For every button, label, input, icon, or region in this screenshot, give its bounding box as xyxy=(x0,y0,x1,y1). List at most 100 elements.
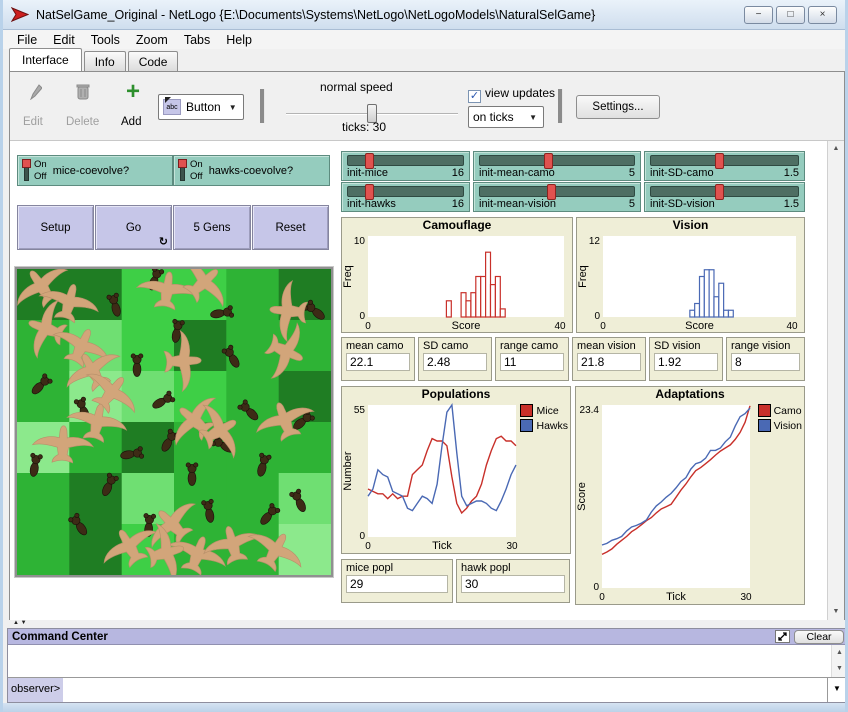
menu-item-edit[interactable]: Edit xyxy=(45,31,83,49)
switch-knob[interactable] xyxy=(22,159,31,168)
world-view[interactable] xyxy=(15,267,333,577)
slider-thumb[interactable] xyxy=(715,153,724,169)
menu-item-zoom[interactable]: Zoom xyxy=(128,31,176,49)
forever-icon: ↻ xyxy=(159,235,168,248)
slider-init-hawks[interactable]: init-hawks16 xyxy=(341,182,470,212)
tab-info[interactable]: Info xyxy=(84,51,126,71)
close-button[interactable]: × xyxy=(808,6,837,24)
button-label: 5 Gens xyxy=(193,222,230,234)
legend-label: Hawks xyxy=(536,420,568,432)
delete-button[interactable]: Delete xyxy=(66,116,99,128)
svg-text:30: 30 xyxy=(506,541,518,552)
netlogo-app-icon xyxy=(11,7,29,22)
slider-init-sd-camo[interactable]: init-SD-camo1.5 xyxy=(644,151,805,181)
minimize-button[interactable]: − xyxy=(744,6,773,24)
history-dropdown-button[interactable]: ▼ xyxy=(827,678,846,702)
edit-button[interactable]: Edit xyxy=(23,116,43,128)
add-button[interactable]: Add xyxy=(121,116,141,128)
scroll-up-button[interactable]: ▲ xyxy=(832,645,847,661)
monitor-value: 29 xyxy=(346,575,448,593)
slider-thumb[interactable] xyxy=(547,184,556,200)
svg-text:0: 0 xyxy=(365,541,371,552)
switch-knob[interactable] xyxy=(178,159,187,168)
scroll-up-button[interactable]: ▲ xyxy=(828,141,844,157)
menu-item-tabs[interactable]: Tabs xyxy=(176,31,218,49)
netlogo-window: NatSelGame_Original - NetLogo {E:\Docume… xyxy=(0,0,848,712)
slider-init-mice[interactable]: init-mice16 xyxy=(341,151,470,181)
scroll-down-button[interactable]: ▼ xyxy=(828,604,844,620)
monitor-label: SD vision xyxy=(654,340,718,352)
settings-button[interactable]: Settings... xyxy=(576,95,660,119)
monitor-mice-popl: mice popl 29 xyxy=(341,559,453,603)
vision-plot-canvas: 1200Score40Freq xyxy=(577,233,804,332)
menu-item-file[interactable]: File xyxy=(9,31,45,49)
slider-track[interactable] xyxy=(347,155,464,166)
legend-swatch xyxy=(520,404,533,417)
view-updates-checkbox[interactable]: ✓ xyxy=(468,90,481,103)
add-plus-icon: + xyxy=(126,78,140,106)
view-updates-control[interactable]: ✓view updates xyxy=(468,86,555,103)
slider-track[interactable] xyxy=(650,155,799,166)
monitor-label: mice popl xyxy=(346,562,448,574)
svg-text:Freq: Freq xyxy=(577,265,589,288)
widget-chooser[interactable]: abc Button ▼ xyxy=(158,94,244,120)
switch-label: hawks-coevolve? xyxy=(209,165,293,177)
command-input[interactable] xyxy=(63,678,827,702)
command-center-splitter[interactable]: ▲ ▼ xyxy=(9,620,845,628)
update-mode-select[interactable]: on ticks ▼ xyxy=(468,106,544,128)
expand-button[interactable] xyxy=(775,630,790,643)
monitor-value: 2.48 xyxy=(423,353,487,371)
slider-track[interactable] xyxy=(479,155,635,166)
observer-prompt: observer> xyxy=(8,678,63,702)
command-output[interactable]: ▲ ▼ xyxy=(8,645,846,678)
slider-track[interactable] xyxy=(479,186,635,197)
monitor-range-camo: range camo 11 xyxy=(495,337,569,381)
clear-button[interactable]: Clear xyxy=(794,630,844,644)
switch-mice-coevolve[interactable]: OnOff mice-coevolve? xyxy=(17,155,173,186)
switch-off-label: Off xyxy=(190,171,203,182)
slider-thumb[interactable] xyxy=(365,153,374,169)
svg-text:0: 0 xyxy=(600,321,606,332)
slider-label: init-SD-vision xyxy=(650,198,715,210)
vision-plot: Vision 1200Score40Freq xyxy=(576,217,805,333)
maximize-button[interactable]: □ xyxy=(776,6,805,24)
slider-track[interactable] xyxy=(347,186,464,197)
slider-thumb[interactable] xyxy=(715,184,724,200)
canvas-vertical-scrollbar[interactable]: ▲ ▼ xyxy=(827,141,844,620)
legend-item: Camo xyxy=(758,404,802,417)
menu-item-help[interactable]: Help xyxy=(218,31,260,49)
monitor-mean-camo: mean camo 22.1 xyxy=(341,337,415,381)
svg-text:Number: Number xyxy=(342,451,354,490)
legend-label: Vision xyxy=(774,420,802,432)
five-gens-button[interactable]: 5 Gens xyxy=(173,205,251,250)
slider-thumb[interactable] xyxy=(365,184,374,200)
slider-track[interactable] xyxy=(650,186,799,197)
slider-init-sd-vision[interactable]: init-SD-vision 1.5 xyxy=(644,182,805,212)
scroll-down-button[interactable]: ▼ xyxy=(832,661,847,677)
plot-title: Adaptations xyxy=(576,387,804,402)
switch-on-label: On xyxy=(34,159,47,170)
setup-button[interactable]: Setup xyxy=(17,205,94,250)
go-button[interactable]: Go↻ xyxy=(95,205,172,250)
slider-init-mean-camo[interactable]: init-mean-camo5 xyxy=(473,151,641,181)
svg-text:23.4: 23.4 xyxy=(580,405,600,416)
slider-thumb[interactable] xyxy=(544,153,553,169)
delete-trash-icon xyxy=(76,83,90,100)
switch-hawks-coevolve[interactable]: OnOff hawks-coevolve? xyxy=(173,155,330,186)
tab-code[interactable]: Code xyxy=(128,51,179,71)
slider-init-mean-vision[interactable]: init-mean-vision5 xyxy=(473,182,641,212)
slider-value: 1.5 xyxy=(784,198,799,210)
monitor-value: 21.8 xyxy=(577,353,641,371)
switch-toggle[interactable] xyxy=(22,159,31,183)
widget-canvas: OnOff mice-coevolve? OnOff hawks-coevolv… xyxy=(10,141,829,620)
monitor-range-vision: range vision 8 xyxy=(726,337,805,381)
adaptations-plot: Adaptations 23.400Tick30Score CamoVision xyxy=(575,386,805,605)
menu-item-tools[interactable]: Tools xyxy=(83,31,128,49)
speed-slider-label: normal speed xyxy=(320,80,393,94)
tab-interface[interactable]: Interface xyxy=(9,48,82,71)
switch-toggle[interactable] xyxy=(178,159,187,183)
output-scrollbar[interactable]: ▲ ▼ xyxy=(831,645,846,677)
reset-button[interactable]: Reset xyxy=(252,205,329,250)
monitor-value: 8 xyxy=(731,353,800,371)
button-widget-icon: abc xyxy=(163,99,181,115)
